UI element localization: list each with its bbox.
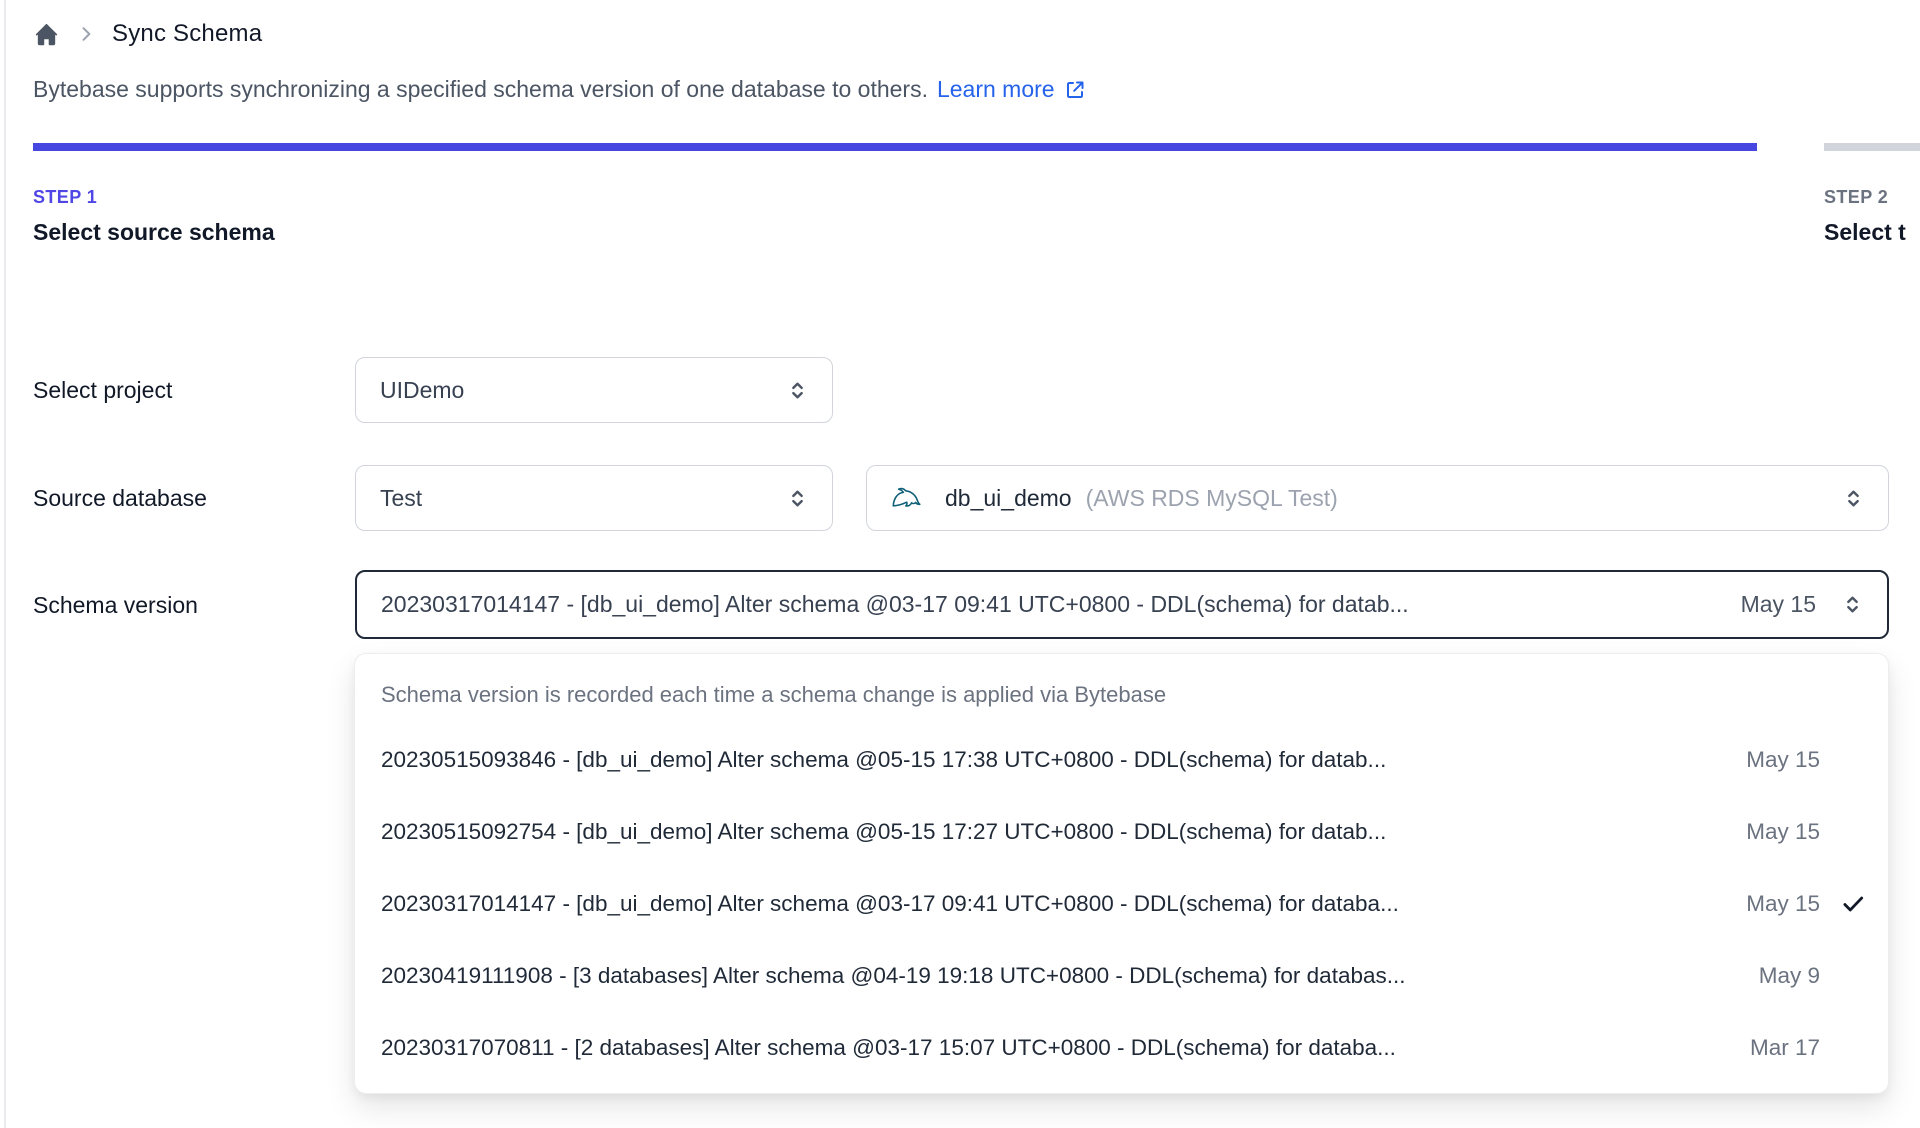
schema-version-select[interactable]: 20230317014147 - [db_ui_demo] Alter sche… [355, 570, 1889, 639]
database-select-detail: (AWS RDS MySQL Test) [1085, 484, 1338, 511]
sync-schema-page: Sync Schema Bytebase supports synchroniz… [0, 0, 1920, 1128]
environment-select[interactable]: Test [355, 465, 833, 531]
step2-progress-bar [1824, 143, 1920, 151]
mysql-icon [891, 484, 927, 512]
option-date: Mar 17 [1749, 1035, 1820, 1060]
option-date: May 15 [1746, 891, 1820, 916]
option-text: 20230317014147 - [db_ui_demo] Alter sche… [381, 891, 1399, 916]
select-project-label: Select project [33, 377, 173, 403]
schema-version-select-date: May 15 [1740, 591, 1816, 617]
source-database-label: Source database [33, 485, 207, 511]
schema-version-option[interactable]: 20230419111908 - [3 databases] Alter sch… [355, 940, 1888, 1012]
step1-header: STEP 1 Select source schema [33, 187, 275, 246]
page-title: Sync Schema [112, 20, 263, 47]
schema-version-hint: Schema version is recorded each time a s… [381, 682, 1167, 707]
option-text: 20230515092754 - [db_ui_demo] Alter sche… [381, 819, 1387, 844]
step1-progress-bar [33, 143, 1757, 151]
step1-id: STEP 1 [33, 187, 98, 207]
external-link-icon[interactable] [1063, 78, 1087, 102]
database-select-value: db_ui_demo [945, 484, 1072, 511]
sidebar-divider [4, 0, 6, 1128]
chevron-updown-icon [1841, 486, 1866, 511]
project-select-value: UIDemo [380, 376, 465, 403]
option-text: 20230419111908 - [3 databases] Alter sch… [381, 963, 1406, 988]
option-date: May 9 [1758, 963, 1820, 988]
schema-version-option[interactable]: 20230515092754 - [db_ui_demo] Alter sche… [355, 796, 1888, 868]
step2-label: Select t [1824, 219, 1906, 245]
option-date: May 15 [1746, 747, 1820, 772]
breadcrumb: Sync Schema [33, 20, 262, 48]
schema-version-label: Schema version [33, 592, 198, 618]
check-icon [1820, 891, 1866, 917]
project-select[interactable]: UIDemo [355, 357, 833, 423]
option-date: May 15 [1746, 819, 1820, 844]
chevron-right-icon [76, 24, 96, 44]
chevron-updown-icon [785, 486, 810, 511]
schema-version-option-selected[interactable]: 20230317014147 - [db_ui_demo] Alter sche… [355, 868, 1888, 940]
environment-select-value: Test [380, 484, 423, 511]
learn-more-link[interactable]: Learn more [937, 76, 1055, 103]
description-text: Bytebase supports synchronizing a specif… [33, 76, 928, 102]
database-select[interactable]: db_ui_demo (AWS RDS MySQL Test) [866, 465, 1889, 531]
step2-header: STEP 2 Select t [1824, 187, 1906, 246]
schema-version-select-value: 20230317014147 - [db_ui_demo] Alter sche… [381, 591, 1409, 617]
step1-label: Select source schema [33, 219, 275, 245]
chevron-updown-icon [1840, 592, 1865, 617]
option-text: 20230317070811 - [2 databases] Alter sch… [381, 1035, 1396, 1060]
schema-version-dropdown: Schema version is recorded each time a s… [354, 653, 1889, 1094]
option-text: 20230515093846 - [db_ui_demo] Alter sche… [381, 747, 1387, 772]
page-description: Bytebase supports synchronizing a specif… [33, 76, 1087, 103]
schema-version-option[interactable]: 20230515093846 - [db_ui_demo] Alter sche… [355, 724, 1888, 796]
home-icon[interactable] [33, 21, 60, 48]
step2-id: STEP 2 [1824, 187, 1889, 207]
schema-version-option[interactable]: 20230317070811 - [2 databases] Alter sch… [355, 1012, 1888, 1084]
chevron-updown-icon [785, 378, 810, 403]
